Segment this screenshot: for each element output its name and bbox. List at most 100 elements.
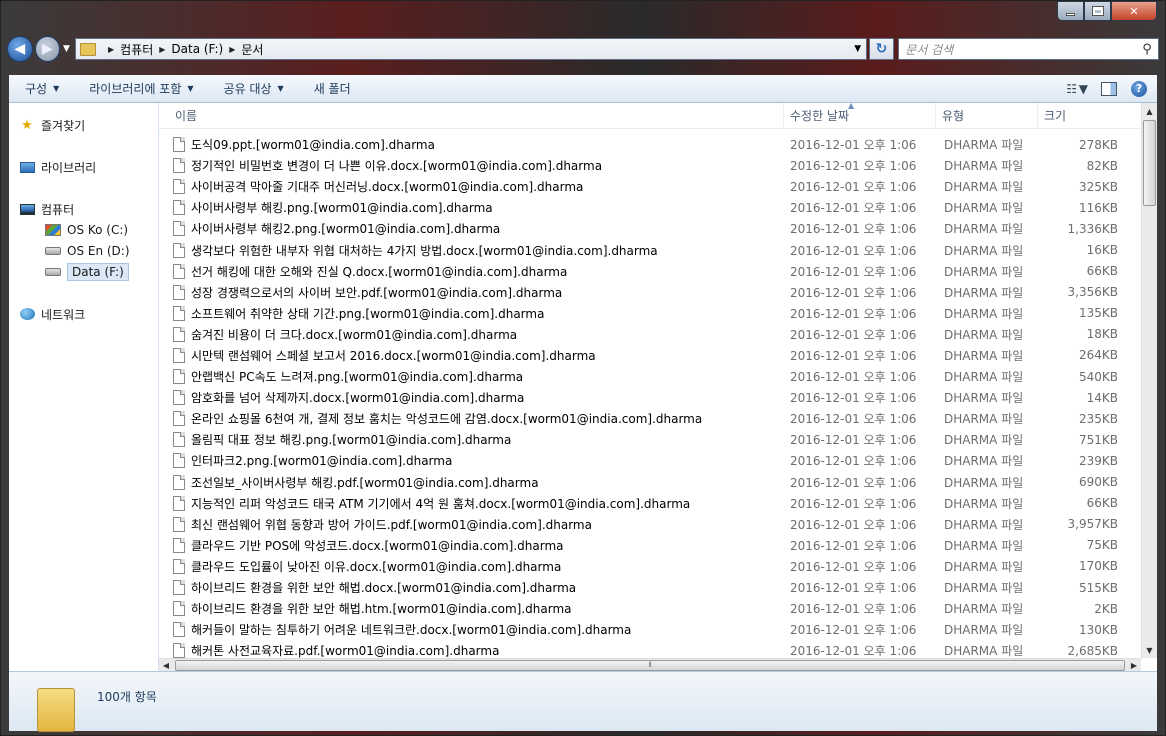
file-row[interactable]: 조선일보_사이버사령부 해킹.pdf.[worm01@india.com].dh… [159, 472, 1141, 493]
nav-favorites[interactable]: ★ 즐겨찾기 [9, 115, 158, 135]
chevron-right-icon[interactable]: ▶ [108, 45, 114, 54]
file-name: 사이버사령부 해킹.png.[worm01@india.com].dharma [191, 201, 493, 216]
file-row[interactable]: 하이브리드 환경을 위한 보안 해법.htm.[worm01@india.com… [159, 598, 1141, 619]
maximize-button[interactable] [1084, 1, 1111, 21]
file-name: 암호화를 넘어 삭제까지.docx.[worm01@india.com].dha… [191, 391, 525, 406]
file-name: 안랩백신 PC속도 느려져.png.[worm01@india.com].dha… [191, 370, 524, 385]
file-row[interactable]: 숨겨진 비용이 더 크다.docx.[worm01@india.com].dha… [159, 324, 1141, 345]
search-icon[interactable]: ⚲ [1136, 42, 1158, 57]
file-name: 정기적인 비밀번호 변경이 더 나쁜 이유.docx.[worm01@india… [191, 159, 603, 174]
file-row[interactable]: 온라인 쇼핑몰 6천여 개, 결제 정보 훔치는 악성코드에 감염.docx.[… [159, 408, 1141, 429]
scroll-up-icon[interactable]: ▲ [1142, 103, 1157, 119]
nav-computer[interactable]: 컴퓨터 [9, 199, 158, 219]
file-row[interactable]: 생각보다 위험한 내부자 위협 대처하는 4가지 방법.docx.[worm01… [159, 239, 1141, 260]
nav-drive-d[interactable]: OS En (D:) [9, 240, 158, 261]
address-dropdown-icon[interactable]: ▼ [850, 44, 866, 54]
refresh-button[interactable]: ↻ [868, 38, 895, 60]
crumb-folder[interactable]: 문서 [241, 41, 263, 58]
file-size: 540KB [1078, 369, 1118, 384]
file-date: 2016-12-01 오후 1:06 [790, 517, 917, 532]
horizontal-scroll-thumb[interactable]: ⦀ [175, 659, 1125, 671]
file-name-cell: 지능적인 리퍼 악성코드 태국 ATM 기기에서 4억 원 훔쳐.docx.[w… [159, 495, 784, 512]
close-button[interactable]: ✕ [1111, 1, 1157, 21]
file-row[interactable]: 지능적인 리퍼 악성코드 태국 ATM 기기에서 4억 원 훔쳐.docx.[w… [159, 493, 1141, 514]
star-icon: ★ [21, 117, 33, 133]
file-name-cell: 소프트웨어 취약한 상태 기간.png.[worm01@india.com].d… [159, 305, 784, 322]
scroll-right-icon[interactable]: ▶ [1127, 661, 1141, 670]
file-row[interactable]: 암호화를 넘어 삭제까지.docx.[worm01@india.com].dha… [159, 387, 1141, 408]
column-header-size[interactable]: 크기 [1038, 103, 1128, 128]
file-row[interactable]: 해커들이 말하는 침투하기 어려운 네트워크란.docx.[worm01@ind… [159, 619, 1141, 640]
forward-arrow-icon: ▶ [41, 41, 53, 57]
file-row[interactable]: 사이버공격 막아줄 기대주 머신러닝.docx.[worm01@india.co… [159, 176, 1141, 197]
file-date: 2016-12-01 오후 1:06 [790, 412, 917, 427]
file-row[interactable]: 정기적인 비밀번호 변경이 더 나쁜 이유.docx.[worm01@india… [159, 155, 1141, 176]
nav-drive-c[interactable]: OS Ko (C:) [9, 219, 158, 240]
item-count: 100개 항목 [97, 690, 157, 704]
view-options-icon[interactable]: ☷ ▼ [1066, 82, 1088, 96]
nav-network-label: 네트워크 [41, 307, 86, 322]
nav-libraries[interactable]: 라이브러리 [9, 157, 158, 177]
file-date: 2016-12-01 오후 1:06 [790, 243, 917, 258]
vertical-scrollbar[interactable]: ▲ ▼ [1141, 103, 1157, 658]
file-size: 75KB [1086, 538, 1118, 553]
column-header-type[interactable]: 유형 [936, 103, 1038, 128]
toolbar-right: ☷ ▼ ? [1066, 80, 1157, 97]
file-row[interactable]: 클라우드 기반 POS에 악성코드.docx.[worm01@india.com… [159, 535, 1141, 556]
nav-drive-f[interactable]: Data (F:) [9, 261, 158, 282]
file-name-cell: 사이버사령부 해킹2.png.[worm01@india.com].dharma [159, 220, 784, 237]
new-folder-button[interactable]: 새 폴더 [314, 80, 351, 97]
minimize-button[interactable] [1057, 1, 1084, 21]
refresh-icon: ↻ [875, 41, 888, 57]
address-bar[interactable]: ▶ 컴퓨터 ▶ Data (F:) ▶ 문서 ▼ [74, 38, 867, 60]
preview-pane-icon[interactable] [1101, 81, 1117, 96]
column-header-date[interactable]: ▲ 수정한 날짜 [784, 103, 936, 128]
search-input[interactable]: 문서 검색 ⚲ [898, 38, 1160, 60]
file-row[interactable]: 도식09.ppt.[worm01@india.com].dharma 2016-1… [159, 134, 1141, 155]
file-row[interactable]: 선거 해킹에 대한 오해와 진실 Q.docx.[worm01@india.co… [159, 261, 1141, 282]
crumb-drive[interactable]: Data (F:) [171, 42, 223, 56]
file-row[interactable]: 성장 경쟁력으로서의 사이버 보안.pdf.[worm01@india.com]… [159, 282, 1141, 303]
share-menu[interactable]: 공유 대상 ▼ [224, 80, 284, 97]
file-row[interactable]: 하이브리드 환경을 위한 보안 해법.docx.[worm01@india.co… [159, 577, 1141, 598]
file-row[interactable]: 인터파크2.png.[worm01@india.com].dharma 2016-… [159, 450, 1141, 471]
file-row[interactable]: 올림픽 대표 정보 해킹.png.[worm01@india.com].dhar… [159, 429, 1141, 450]
recent-pages-dropdown[interactable]: ▼ [63, 44, 70, 54]
file-icon [173, 369, 185, 385]
column-header-name[interactable]: 이름 [159, 103, 784, 128]
crumb-computer[interactable]: 컴퓨터 [120, 41, 153, 58]
file-row[interactable]: 안랩백신 PC속도 느려져.png.[worm01@india.com].dha… [159, 366, 1141, 387]
include-library-menu[interactable]: 라이브러리에 포함 ▼ [89, 80, 193, 97]
command-bar: 구성 ▼ 라이브러리에 포함 ▼ 공유 대상 ▼ 새 폴더 ☷ ▼ ? [9, 75, 1157, 103]
chevron-right-icon[interactable]: ▶ [159, 45, 165, 54]
file-row[interactable]: 최신 랜섬웨어 위협 동향과 방어 가이드.pdf.[worm01@india.… [159, 514, 1141, 535]
forward-button[interactable]: ▶ [34, 36, 61, 62]
scroll-left-icon[interactable]: ◀ [159, 661, 173, 670]
scroll-down-icon[interactable]: ▼ [1142, 642, 1157, 658]
file-row[interactable]: 소프트웨어 취약한 상태 기간.png.[worm01@india.com].d… [159, 303, 1141, 324]
file-type: DHARMA 파일 [944, 581, 1024, 596]
nav-network[interactable]: 네트워크 [9, 304, 158, 324]
file-row[interactable]: 시만텍 랜섬웨어 스페셜 보고서 2016.docx.[worm01@india… [159, 345, 1141, 366]
file-name: 사이버사령부 해킹2.png.[worm01@india.com].dharma [191, 222, 501, 237]
nav-computer-label: 컴퓨터 [41, 202, 75, 217]
file-type: DHARMA 파일 [944, 517, 1024, 532]
chevron-right-icon[interactable]: ▶ [229, 45, 235, 54]
back-button[interactable]: ◀ [7, 36, 33, 62]
file-list: 도식09.ppt.[worm01@india.com].dharma 2016-1… [159, 134, 1141, 661]
file-name-cell: 해커들이 말하는 침투하기 어려운 네트워크란.docx.[worm01@ind… [159, 621, 784, 638]
horizontal-scrollbar[interactable]: ◀ ⦀ ▶ [159, 658, 1141, 671]
file-size: 66KB [1086, 264, 1118, 279]
file-row[interactable]: 클라우드 도입률이 낮아진 이유.docx.[worm01@india.com]… [159, 556, 1141, 577]
navigation-pane: ★ 즐겨찾기 라이브러리 컴퓨터 OS Ko (C:) OS En (D:) D… [9, 103, 159, 671]
file-row[interactable]: 사이버사령부 해킹.png.[worm01@india.com].dharma 2… [159, 197, 1141, 218]
file-name: 해커들이 말하는 침투하기 어려운 네트워크란.docx.[worm01@ind… [191, 623, 632, 638]
file-row[interactable]: 사이버사령부 해킹2.png.[worm01@india.com].dharma… [159, 218, 1141, 239]
organize-menu[interactable]: 구성 ▼ [25, 80, 59, 97]
file-name-cell: 사이버사령부 해킹.png.[worm01@india.com].dharma [159, 199, 784, 216]
file-size: 278KB [1078, 137, 1118, 152]
vertical-scroll-thumb[interactable] [1143, 120, 1156, 206]
help-icon[interactable]: ? [1131, 80, 1147, 97]
sort-indicator-icon: ▲ [848, 103, 855, 110]
file-type: DHARMA 파일 [944, 370, 1024, 385]
